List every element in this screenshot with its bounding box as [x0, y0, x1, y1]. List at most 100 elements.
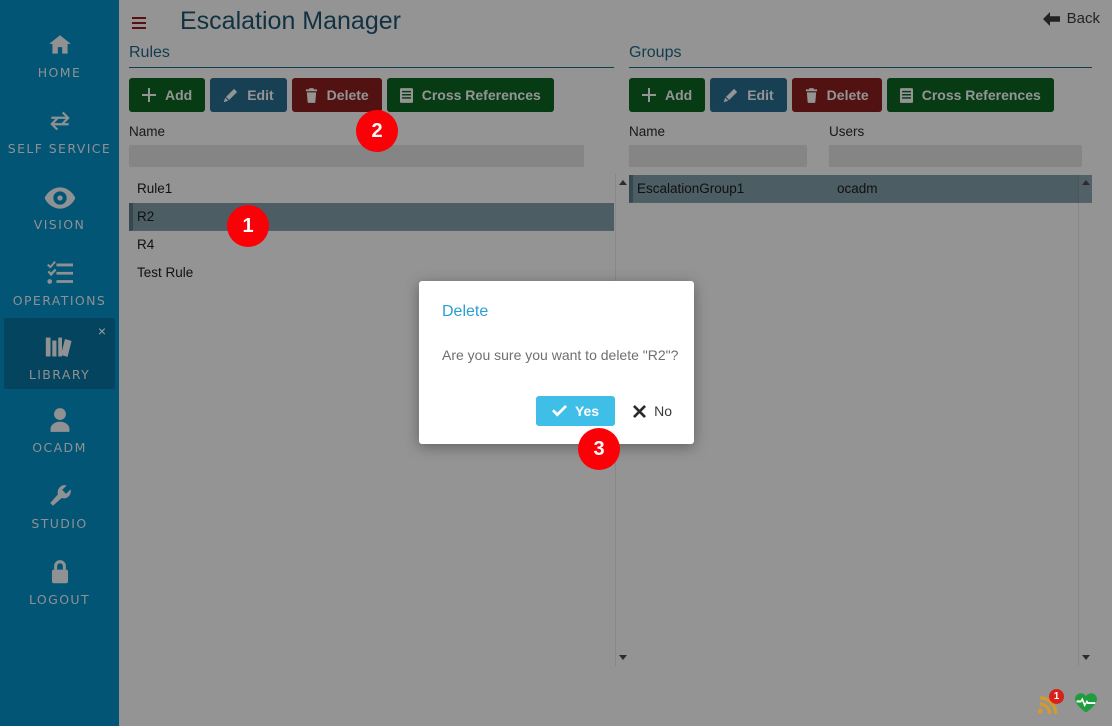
groups-toolbar: Add Edit Delete Cross References	[629, 78, 1092, 112]
back-button[interactable]: Back	[1042, 10, 1100, 27]
status-icons: 1	[1037, 689, 1098, 718]
dialog-actions: Yes No	[535, 396, 676, 426]
book-icon	[399, 87, 413, 103]
dialog-no-button[interactable]: No	[629, 396, 676, 426]
wrench-icon	[45, 475, 75, 509]
sidebar-item-label: VISION	[33, 217, 86, 232]
table-row[interactable]: R2	[129, 203, 614, 231]
lock-icon	[47, 551, 73, 585]
sidebar-item-studio[interactable]: STUDIO	[4, 465, 115, 541]
groups-cross-references-button[interactable]: Cross References	[886, 78, 1054, 112]
rules-column-name: Name	[129, 124, 166, 139]
dialog-yes-button[interactable]: Yes	[535, 396, 616, 426]
groups-panel-title: Groups	[629, 44, 1092, 68]
step-marker-2: 2	[356, 110, 398, 152]
user-icon	[46, 399, 74, 433]
sidebar-item-label: OPERATIONS	[12, 293, 107, 308]
rules-delete-button[interactable]: Delete	[291, 78, 382, 112]
dialog-title: Delete	[442, 303, 489, 320]
table-row[interactable]: Rule1	[129, 175, 614, 203]
close-icon[interactable]: ×	[98, 324, 106, 338]
arrow-left-icon	[1042, 11, 1060, 26]
check-icon	[551, 405, 567, 417]
groups-users-filter-input[interactable]	[829, 145, 1082, 167]
groups-panel: Groups Add Edit Delete Cross References …	[629, 44, 1093, 667]
rules-panel-title: Rules	[129, 44, 614, 68]
sidebar-item-label: STUDIO	[31, 516, 88, 531]
sidebar-item-ocadm[interactable]: OCADM	[4, 389, 115, 465]
groups-edit-button[interactable]: Edit	[710, 78, 787, 112]
pencil-icon	[223, 88, 238, 103]
rules-toolbar: Add Edit Delete Cross References	[129, 78, 614, 112]
sidebar-item-vision[interactable]: VISION	[4, 166, 115, 242]
rss-badge: 1	[1049, 689, 1064, 704]
groups-delete-label: Delete	[826, 87, 869, 103]
book-icon	[899, 87, 913, 103]
back-button-label: Back	[1066, 10, 1100, 27]
rules-delete-label: Delete	[326, 87, 369, 103]
page-title: Escalation Manager	[180, 7, 401, 35]
delete-confirmation-dialog: Delete Are you sure you want to delete "…	[419, 281, 694, 444]
home-icon	[45, 24, 75, 58]
rules-name-filter-input[interactable]	[129, 145, 584, 167]
pencil-icon	[723, 88, 738, 103]
rules-add-label: Add	[165, 87, 193, 103]
scroll-up-icon[interactable]	[619, 180, 627, 185]
groups-column-users: Users	[829, 124, 865, 139]
scroll-down-icon[interactable]	[1082, 655, 1090, 660]
groups-filter-row	[629, 145, 1092, 167]
trash-icon	[805, 87, 818, 103]
trash-icon	[305, 87, 318, 103]
sidebar-item-label: LIBRARY	[28, 366, 91, 382]
table-row[interactable]: EscalationGroup1 ocadm	[629, 175, 1092, 203]
groups-cross-references-label: Cross References	[921, 87, 1041, 103]
dialog-yes-label: Yes	[574, 403, 600, 419]
sidebar-item-label: LOGOUT	[28, 592, 91, 607]
rules-edit-button[interactable]: Edit	[210, 78, 287, 112]
groups-column-headers: Name Users	[629, 124, 1092, 139]
dialog-message: Are you sure you want to delete "R2"?	[442, 347, 679, 363]
step-marker-1: 1	[227, 205, 269, 247]
rules-cross-references-label: Cross References	[421, 87, 541, 103]
rules-edit-label: Edit	[247, 87, 274, 103]
table-row[interactable]: R4	[129, 231, 614, 259]
rules-row-name: Rule1	[137, 181, 173, 196]
page-header: Escalation Manager Back	[119, 0, 1112, 44]
groups-add-button[interactable]: Add	[629, 78, 706, 112]
groups-list-scrollbar[interactable]	[1078, 174, 1093, 666]
plus-icon	[142, 88, 156, 102]
checklist-icon	[45, 252, 75, 286]
sidebar-item-library[interactable]: × LIBRARY	[4, 318, 115, 389]
step-marker-3: 3	[578, 428, 620, 470]
dialog-no-label: No	[654, 403, 672, 419]
rules-row-name: Test Rule	[137, 265, 194, 280]
groups-list: EscalationGroup1 ocadm	[629, 174, 1093, 667]
plus-icon	[642, 88, 656, 102]
sidebar-item-home[interactable]: HOME	[4, 14, 115, 90]
books-icon	[44, 326, 76, 360]
sidebar-item-label: SELF SERVICE	[7, 141, 112, 156]
eye-icon	[44, 176, 76, 210]
groups-delete-button[interactable]: Delete	[791, 78, 882, 112]
groups-name-filter-input[interactable]	[629, 145, 807, 167]
close-icon	[633, 404, 647, 418]
rules-add-button[interactable]: Add	[129, 78, 206, 112]
sidebar-item-self-service[interactable]: SELF SERVICE	[4, 90, 115, 166]
sidebar: HOME SELF SERVICE VISION OPERATIONS × LI…	[0, 0, 119, 726]
groups-add-label: Add	[665, 87, 693, 103]
groups-row-users: ocadm	[837, 181, 878, 196]
rules-cross-references-button[interactable]: Cross References	[386, 78, 554, 112]
system-health-button[interactable]	[1074, 692, 1098, 718]
hamburger-icon[interactable]	[132, 17, 146, 32]
groups-column-name: Name	[629, 124, 666, 139]
sidebar-item-label: OCADM	[32, 440, 87, 455]
sidebar-item-operations[interactable]: OPERATIONS	[4, 242, 115, 318]
rss-feed-button[interactable]: 1	[1037, 689, 1064, 716]
scroll-down-icon[interactable]	[619, 655, 627, 660]
groups-row-name: EscalationGroup1	[637, 181, 745, 196]
groups-edit-label: Edit	[747, 87, 774, 103]
sidebar-item-label: HOME	[37, 65, 82, 80]
exchange-icon	[45, 100, 75, 134]
scroll-up-icon[interactable]	[1082, 180, 1090, 185]
sidebar-item-logout[interactable]: LOGOUT	[4, 541, 115, 617]
